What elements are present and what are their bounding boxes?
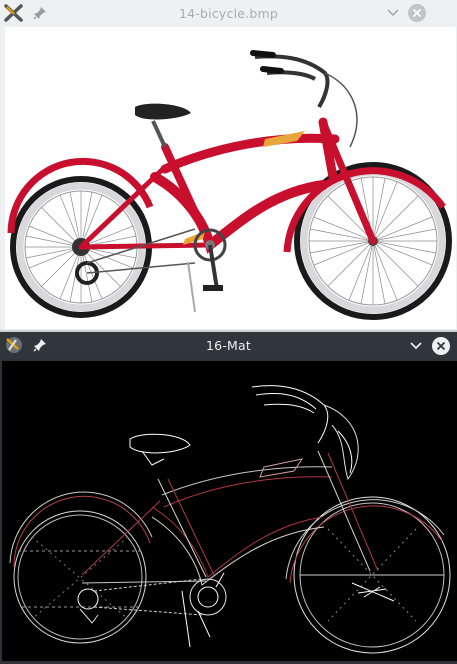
chevron-down-icon[interactable]: [409, 340, 423, 352]
edge-map-image: [2, 361, 457, 661]
titlebar[interactable]: 16-Mat: [0, 332, 457, 359]
bicycle-image: [5, 27, 456, 329]
window-title: 16-Mat: [206, 338, 251, 353]
image-window-bicycle: 14-bicycle.bmp: [0, 0, 457, 330]
close-icon[interactable]: [431, 336, 451, 356]
chevron-down-icon[interactable]: [386, 7, 400, 19]
titlebar[interactable]: 14-bicycle.bmp: [0, 0, 457, 26]
image-window-mat: 16-Mat: [0, 332, 457, 664]
edge-lines: [9, 385, 451, 654]
close-icon[interactable]: [407, 3, 427, 23]
